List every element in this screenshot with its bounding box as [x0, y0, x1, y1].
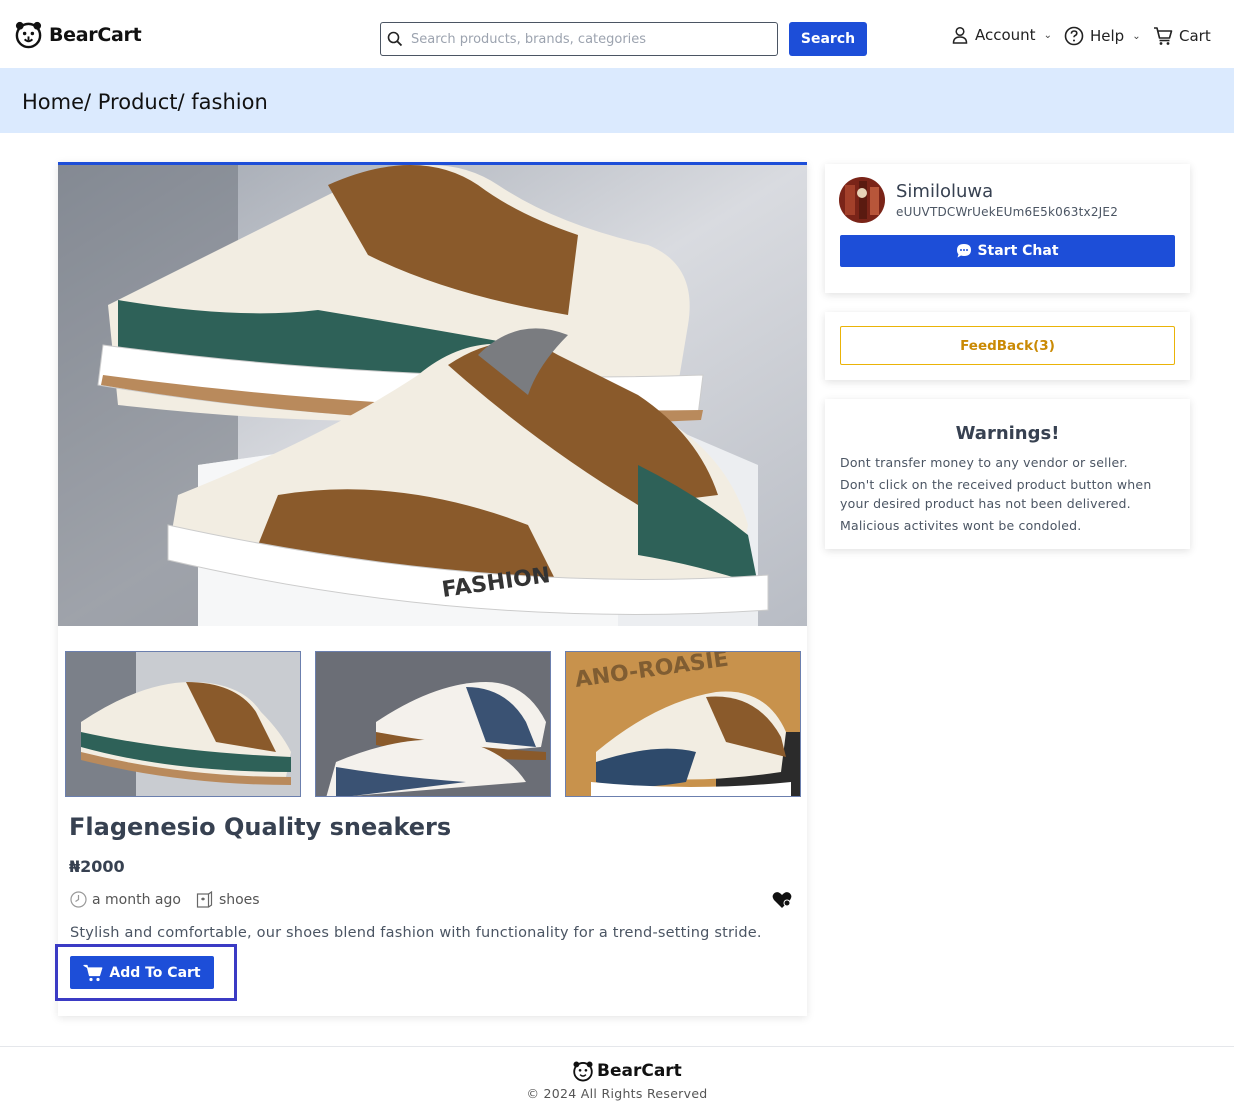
breadcrumb: Home/ Product/ fashion	[22, 90, 268, 114]
feedback-card: FeedBack(3)	[825, 312, 1190, 380]
product-main-image[interactable]: FASHION	[58, 165, 807, 626]
start-chat-label: Start Chat	[977, 243, 1059, 259]
account-label: Account	[975, 26, 1036, 44]
warning-line-3: Malicious activites wont be condoled.	[840, 518, 1082, 533]
product-card: FASHION ANO-ROASIE Flagenesio Quality sn…	[55, 162, 807, 1016]
category-label: shoes	[218, 891, 260, 908]
cart-link[interactable]: Cart	[1153, 26, 1211, 46]
brand-logo[interactable]: BearCart	[14, 20, 142, 49]
thumbnail-3[interactable]: ANO-ROASIE	[565, 651, 801, 797]
chevron-down-icon: ⌄	[1043, 29, 1052, 41]
breadcrumb-bar: Home/ Product/ fashion	[0, 68, 1234, 133]
search-box	[380, 22, 778, 56]
chat-icon	[957, 244, 972, 258]
search-icon	[387, 31, 403, 47]
warning-line-2: Don't click on the received product butt…	[840, 477, 1152, 511]
bear-logo-icon	[15, 21, 42, 49]
thumbnail-strip: ANO-ROASIE	[65, 651, 801, 797]
warnings-card: Warnings! Dont transfer money to any ven…	[825, 399, 1190, 549]
cart-icon	[83, 964, 103, 981]
brand-name: BearCart	[49, 23, 142, 46]
thumbnail-1[interactable]	[65, 651, 301, 797]
seller-id: eUUVTDCWrUekEUm6E5k063tx2JE2	[896, 205, 1119, 219]
cart-icon	[1154, 27, 1173, 45]
search-button[interactable]: Search	[789, 22, 867, 56]
start-chat-button[interactable]: Start Chat	[840, 235, 1175, 267]
product-description: Stylish and comfortable, our shoes blend…	[70, 925, 762, 941]
posted-time: a month ago	[92, 891, 181, 908]
footer: BearCart © 2024 All Rights Reserved	[0, 1046, 1234, 1111]
help-label: Help	[1090, 27, 1125, 45]
category-icon	[196, 891, 213, 908]
footer-brand-name: BearCart	[597, 1061, 682, 1081]
top-header: BearCart Search Account ⌄ Help ⌄	[0, 0, 1234, 68]
product-price: ₦2000	[69, 857, 125, 876]
thumbnail-2[interactable]	[315, 651, 551, 797]
product-title: Flagenesio Quality sneakers	[69, 813, 452, 841]
user-icon	[952, 26, 968, 44]
bear-logo-icon	[573, 1061, 593, 1082]
heart-icon[interactable]	[772, 891, 792, 909]
thumbnail-image	[66, 652, 300, 796]
search-input[interactable]	[411, 31, 771, 47]
warnings-title: Warnings!	[955, 423, 1060, 444]
cart-label: Cart	[1179, 27, 1211, 45]
thumbnail-image	[316, 652, 550, 796]
add-to-cart-label: Add To Cart	[109, 964, 201, 981]
chevron-down-icon: ⌄	[1132, 30, 1141, 42]
add-to-cart-button[interactable]: Add To Cart	[70, 956, 214, 989]
seller-card: Similoluwa eUUVTDCWrUekEUm6E5k063tx2JE2 …	[825, 164, 1190, 293]
seller-name: Similoluwa	[896, 181, 994, 202]
warning-line-1: Dont transfer money to any vendor or sel…	[840, 455, 1128, 470]
help-icon	[1064, 26, 1084, 46]
account-menu[interactable]: Account ⌄	[951, 26, 1052, 44]
clock-icon	[70, 891, 87, 908]
help-menu[interactable]: Help ⌄	[1064, 26, 1141, 46]
feedback-button[interactable]: FeedBack(3)	[840, 326, 1175, 365]
product-meta: a month ago shoes	[70, 891, 260, 908]
thumbnail-image: ANO-ROASIE	[566, 652, 800, 796]
avatar[interactable]	[839, 177, 885, 223]
copyright: © 2024 All Rights Reserved	[526, 1086, 708, 1101]
footer-logo[interactable]: BearCart	[572, 1060, 682, 1082]
